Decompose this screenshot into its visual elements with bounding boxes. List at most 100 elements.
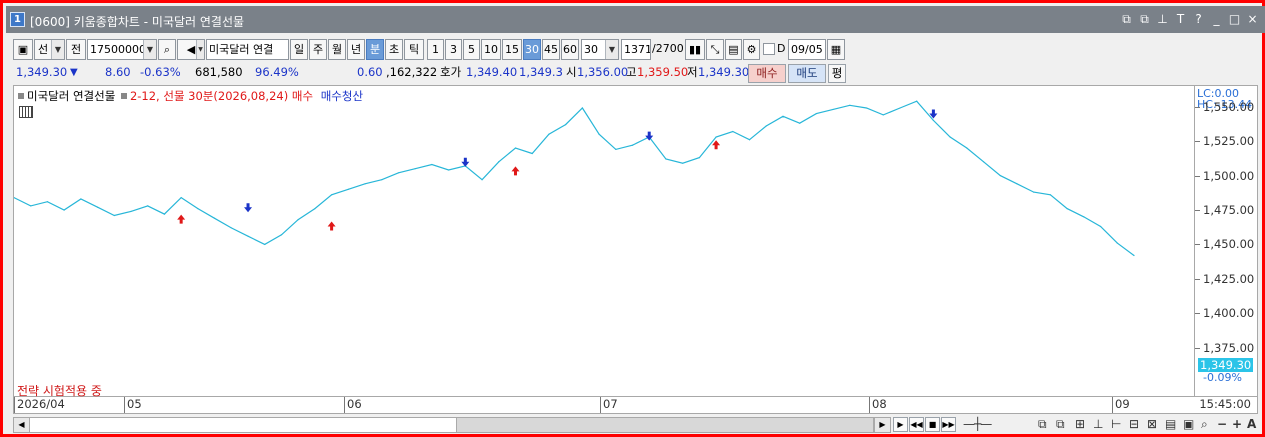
interval-60-button[interactable]: 60: [561, 39, 579, 60]
price-point: [782, 115, 784, 117]
interval-3-button[interactable]: 3: [445, 39, 462, 60]
count-total: /2700: [652, 42, 684, 55]
window-title: [0600] 키움종합차트 - 미국달러 연결선물: [30, 15, 245, 29]
interval-45-button[interactable]: 45: [542, 39, 560, 60]
draw-line-icon[interactable]: ⤡: [706, 39, 724, 60]
open-label: 시: [566, 65, 577, 79]
volume-percent: 96.49%: [255, 65, 299, 79]
eval-button[interactable]: 평: [828, 64, 846, 83]
period-tick-button[interactable]: 틱: [404, 39, 424, 60]
link-icon[interactable]: ⧉: [1118, 11, 1135, 27]
price-point: [481, 179, 483, 181]
horizontal-scrollbar[interactable]: ◀ ▶: [13, 417, 891, 433]
y-tick-label: 1,525.00: [1203, 134, 1255, 149]
prev-button[interactable]: 전: [66, 39, 86, 60]
maximize-button[interactable]: □: [1226, 11, 1243, 27]
y-tick-label: 1,475.00: [1203, 203, 1255, 217]
save-icon[interactable]: ▤: [1165, 416, 1176, 432]
toolbar: ▣ 선 ▼ 전 17500000 ▼ ⌕ ◀ ▼ 미국달러 연결 일 주 월 년 분 …: [13, 39, 1258, 61]
price-point: [1066, 208, 1068, 210]
y-tick-label: 1,550.00: [1203, 99, 1255, 114]
split-icon[interactable]: ⊞: [1075, 416, 1085, 432]
period-year-button[interactable]: 년: [347, 39, 365, 60]
minimize-button[interactable]: _: [1208, 11, 1225, 27]
stop-icon[interactable]: ■: [925, 417, 940, 432]
period-week-button[interactable]: 주: [309, 39, 327, 60]
date-input[interactable]: 09/05: [788, 39, 826, 60]
scroll-bar-area: ◀ ▶ ▶ ◀◀ ■ ▶▶ —┼— ⧉ ⧉ ⊞ ⊥ ⊢ ⊟ ⊠ ▤ ▣ ⌕ − …: [13, 416, 1258, 433]
quote-value-2: ,162,322: [386, 65, 438, 79]
y-axis: LC:0.00 HC:-13.44 1,349.30 -0.09% 1,550.…: [1194, 86, 1258, 396]
buy-button[interactable]: 매수: [748, 64, 786, 83]
layout-icon[interactable]: ▣: [13, 39, 33, 60]
play-icon[interactable]: ▶: [893, 417, 908, 432]
price-point: [832, 108, 834, 111]
down-arrow-icon: ▼: [70, 67, 78, 78]
chart-area[interactable]: 미국달러 연결선물 2-12, 선물 30분(2026,08,24) 매수 매수…: [13, 85, 1258, 398]
interval-5-button[interactable]: 5: [463, 39, 480, 60]
zoom-search-icon[interactable]: ⌕: [1201, 416, 1208, 432]
rewind-icon[interactable]: ◀◀: [909, 417, 924, 432]
zoom-slider-icon[interactable]: —┼—: [963, 416, 992, 432]
analysis-icon[interactable]: ⊢: [1111, 416, 1121, 432]
interval-10-button[interactable]: 10: [481, 39, 501, 60]
copy-icon[interactable]: ⧉: [1056, 416, 1065, 432]
chart-type-select[interactable]: 선 ▼: [34, 39, 65, 60]
open-price: 1,356.00: [577, 65, 629, 79]
interval-1-button[interactable]: 1: [427, 39, 444, 60]
period-month-button[interactable]: 월: [328, 39, 346, 60]
high-label: 고: [626, 65, 637, 79]
scroll-right-icon[interactable]: ▶: [874, 418, 890, 432]
price-point: [397, 172, 400, 174]
help-icon[interactable]: ?: [1190, 11, 1207, 27]
sell-button[interactable]: 매도: [788, 64, 826, 83]
window-icon[interactable]: ⧉: [1038, 416, 1047, 432]
price-point: [1033, 191, 1035, 193]
y-tick-label: 1,500.00: [1203, 168, 1255, 183]
price-point: [414, 168, 416, 170]
candle-style-icon[interactable]: ▮▮: [685, 39, 705, 60]
fast-forward-icon[interactable]: ▶▶: [941, 417, 956, 432]
code-input[interactable]: 17500000 ▼: [87, 39, 157, 60]
interval-select[interactable]: 30 ▼: [581, 39, 619, 60]
buy-signal-arrow: [511, 166, 520, 176]
save-icon[interactable]: ▤: [725, 39, 742, 60]
period-minute-button[interactable]: 분: [366, 39, 384, 60]
font-icon[interactable]: T: [1172, 11, 1189, 27]
x-axis-time: 15:45:00: [1199, 397, 1251, 411]
interval-30-button[interactable]: 30: [523, 39, 541, 60]
chevron-down-icon: ▼: [196, 40, 204, 59]
speaker-icon[interactable]: ◀ ▼: [177, 39, 205, 60]
print-icon[interactable]: ⊟: [1129, 416, 1139, 432]
font-size-icon[interactable]: A: [1247, 416, 1256, 432]
pin-icon[interactable]: ⊥: [1154, 11, 1171, 27]
period-second-button[interactable]: 초: [385, 39, 403, 60]
close-button[interactable]: ×: [1244, 11, 1261, 27]
search-icon[interactable]: ⌕: [158, 39, 176, 60]
calendar-icon[interactable]: ▦: [827, 39, 845, 60]
interval-15-button[interactable]: 15: [502, 39, 522, 60]
zoom-out-icon[interactable]: −: [1217, 416, 1227, 432]
count-input[interactable]: 1371: [621, 39, 651, 60]
zoom-in-icon[interactable]: +: [1232, 416, 1242, 432]
capture-icon[interactable]: ▣: [1183, 416, 1194, 432]
indicator-icon[interactable]: ⊥: [1093, 416, 1103, 432]
price-point: [615, 148, 617, 150]
last-price-percent: -0.09%: [1203, 371, 1242, 384]
title-bar[interactable]: 1 [0600] 키움종합차트 - 미국달러 연결선물 ⧉ ⧉ ⊥ T ? _ …: [6, 6, 1265, 33]
price-point: [80, 198, 82, 200]
price-point: [331, 194, 333, 196]
quote-bar: 1,349.30 ▼ 8.60 -0.63% 681,580 96.49% 0.…: [13, 64, 1258, 83]
period-day-button[interactable]: 일: [290, 39, 308, 60]
x-axis-label: 2026/04: [14, 397, 65, 413]
export-icon[interactable]: ⊠: [1147, 416, 1157, 432]
interval-value: 30: [584, 43, 598, 56]
price-point: [682, 162, 684, 164]
price-point: [113, 214, 115, 217]
date-checkbox[interactable]: [763, 43, 775, 55]
scroll-thumb[interactable]: [456, 418, 874, 432]
gear-icon[interactable]: ⚙: [743, 39, 760, 60]
symbol-name-field[interactable]: 미국달러 연결: [206, 39, 289, 60]
copy-icon[interactable]: ⧉: [1136, 11, 1153, 27]
scroll-left-icon[interactable]: ◀: [14, 418, 30, 432]
